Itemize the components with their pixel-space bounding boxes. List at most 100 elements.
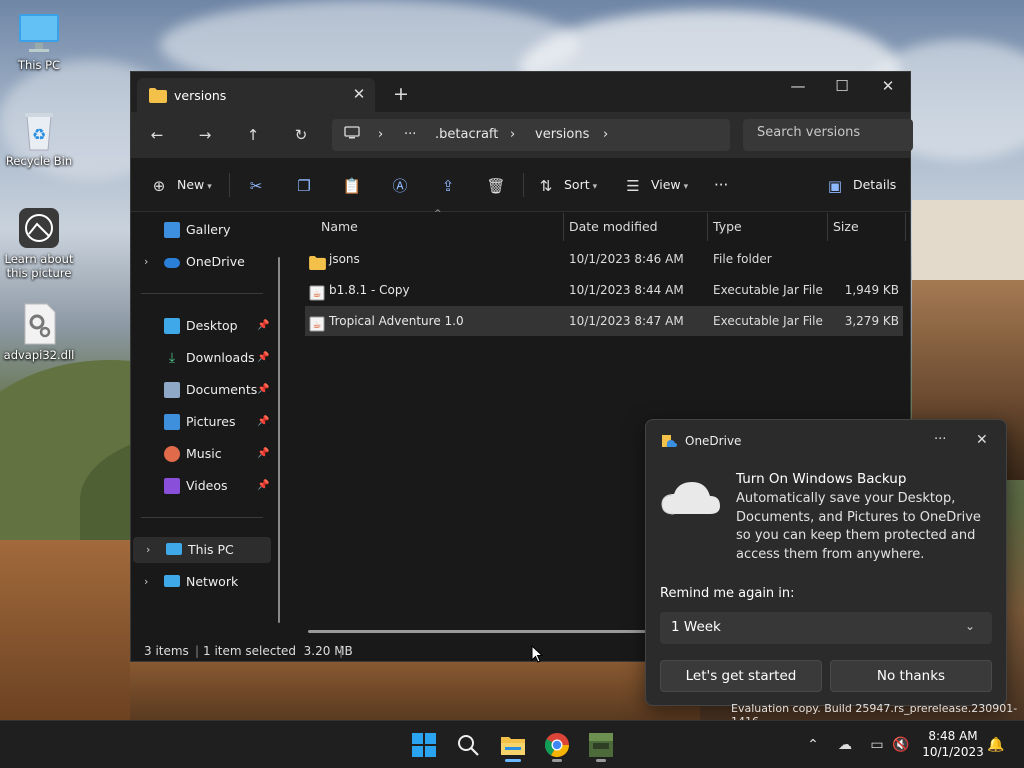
nav-scrollbar[interactable] (278, 257, 280, 623)
clock-time: 8:48 AM (928, 729, 978, 743)
search-box[interactable] (743, 119, 913, 151)
item-count: 3 items (144, 644, 189, 658)
java-jar-icon: ☕ (309, 282, 325, 301)
notification-bell-icon[interactable]: 🔔 (986, 735, 1006, 755)
taskbar-minecraft-launcher[interactable] (585, 729, 617, 762)
rename-button[interactable]: Ⓐ (390, 173, 410, 197)
nav-item-onedrive[interactable]: › OneDrive (131, 249, 269, 275)
breadcrumb-item[interactable]: .betacraft (435, 127, 498, 142)
remind-label: Remind me again in: (660, 586, 795, 601)
nav-item-gallery[interactable]: Gallery (131, 217, 269, 243)
pin-icon[interactable]: 📌 (257, 345, 269, 371)
remind-interval-select[interactable]: 1 Week ⌄ (660, 612, 992, 644)
nav-label: Gallery (186, 222, 231, 237)
details-button[interactable]: ▣ Details (825, 173, 896, 197)
nav-item-documents[interactable]: Documents 📌 (131, 377, 269, 403)
nav-label: Desktop (186, 318, 238, 333)
computer-icon (344, 126, 360, 144)
onedrive-backup-popup: OneDrive ··· ✕ Turn On Windows Backup Au… (645, 419, 1007, 706)
copy-button[interactable]: ❐ (294, 173, 314, 197)
expand-chevron-icon[interactable]: › (146, 537, 150, 563)
desktop-icon-recycle-bin[interactable]: ♻ Recycle Bin (1, 108, 77, 168)
taskbar-chrome[interactable] (541, 729, 573, 762)
remind-interval-value: 1 Week (671, 619, 721, 635)
column-header-size[interactable]: Size (833, 213, 859, 241)
breadcrumb-more-button[interactable]: ··· (404, 127, 416, 142)
share-button[interactable]: ⇪ (438, 173, 458, 197)
pin-icon[interactable]: 📌 (257, 377, 269, 403)
desktop-icon-advapi32-dll[interactable]: advapi32.dll (1, 302, 77, 362)
close-popup-button[interactable]: ✕ (976, 432, 988, 448)
popup-app-name: OneDrive (685, 434, 742, 448)
taskbar-file-explorer[interactable] (497, 729, 529, 762)
nav-item-videos[interactable]: Videos 📌 (131, 473, 269, 499)
paste-icon: 📋 (342, 176, 362, 195)
selection-info: 1 item selected 3.20 MB (203, 644, 353, 658)
lets-get-started-button[interactable]: Let's get started (660, 660, 822, 692)
expand-chevron-icon[interactable]: › (144, 569, 148, 595)
file-row[interactable]: jsons 10/1/2023 8:46 AM File folder (305, 244, 903, 274)
paste-button[interactable]: 📋 (342, 173, 362, 197)
nav-item-music[interactable]: Music 📌 (131, 441, 269, 467)
close-window-button[interactable]: ✕ (865, 72, 911, 102)
nav-item-network[interactable]: › Network (131, 569, 269, 595)
close-tab-button[interactable]: ✕ (349, 84, 369, 104)
delete-button[interactable]: 🗑 (486, 173, 506, 197)
maximize-button[interactable]: ☐ (819, 72, 865, 102)
music-icon (164, 446, 180, 462)
nav-label: Pictures (186, 414, 236, 429)
pin-icon[interactable]: 📌 (257, 313, 269, 339)
breadcrumb-item[interactable]: versions (535, 127, 589, 142)
sort-button[interactable]: ⇅ Sort ▾ (536, 173, 597, 197)
nav-item-downloads[interactable]: ⤓ Downloads 📌 (131, 345, 270, 371)
cut-button[interactable]: ✂ (246, 173, 266, 197)
onedrive-cloud-icon (660, 476, 722, 521)
learn-about-picture-icon (17, 206, 61, 250)
taskbar-clock[interactable]: 8:48 AM 10/1/2023 (918, 728, 988, 760)
column-header-name[interactable]: Name (321, 213, 358, 241)
taskbar: ⌃ ☁ ▭ 🔇 8:48 AM 10/1/2023 🔔 (0, 720, 1024, 768)
more-options-button[interactable]: ··· (714, 173, 728, 197)
back-button[interactable]: ← (144, 124, 170, 146)
minimize-button[interactable]: — (775, 72, 821, 102)
document-icon (164, 382, 180, 398)
details-pane-icon: ▣ (827, 176, 843, 195)
forward-button[interactable]: → (192, 124, 218, 146)
column-header-date-modified[interactable]: Date modified (569, 213, 658, 241)
expand-chevron-icon[interactable]: › (144, 249, 148, 275)
pin-icon[interactable]: 📌 (257, 441, 269, 467)
file-row-selected[interactable]: ☕ Tropical Adventure 1.0 10/1/2023 8:47 … (305, 306, 903, 336)
trash-icon: 🗑 (486, 176, 506, 195)
desktop-icon-this-pc[interactable]: This PC (1, 12, 77, 72)
pin-icon[interactable]: 📌 (257, 409, 269, 435)
tab-versions[interactable]: versions ✕ (137, 78, 375, 112)
file-type: File folder (713, 252, 772, 266)
network-tray-icon[interactable]: ▭ (867, 735, 887, 755)
nav-item-pictures[interactable]: Pictures 📌 (131, 409, 269, 435)
horizontal-scrollbar[interactable] (308, 630, 648, 633)
volume-muted-tray-icon[interactable]: 🔇 (891, 735, 911, 755)
more-options-button[interactable]: ··· (934, 432, 946, 447)
start-button[interactable] (408, 729, 440, 761)
sort-indicator-icon: ^ (434, 209, 442, 219)
search-input[interactable] (757, 125, 907, 140)
no-thanks-button[interactable]: No thanks (830, 660, 992, 692)
new-button[interactable]: ⊕ New ▾ (149, 173, 212, 197)
monitor-icon (166, 543, 182, 555)
desktop-icon-label: Learn about this picture (4, 252, 74, 280)
new-tab-button[interactable]: + (389, 82, 413, 106)
nav-item-desktop[interactable]: Desktop 📌 (131, 313, 269, 339)
address-bar[interactable]: › ··· .betacraft › versions › (332, 119, 730, 151)
view-button[interactable]: ☰ View ▾ (623, 173, 688, 197)
onedrive-tray-icon[interactable]: ☁ (835, 735, 855, 755)
refresh-button[interactable]: ↻ (288, 124, 314, 146)
show-hidden-icons-button[interactable]: ⌃ (803, 735, 823, 755)
nav-item-this-pc[interactable]: › This PC (133, 537, 271, 563)
column-header-type[interactable]: Type (713, 213, 742, 241)
search-button[interactable] (452, 729, 484, 761)
pin-icon[interactable]: 📌 (257, 473, 269, 499)
file-row[interactable]: ☕ b1.8.1 - Copy 10/1/2023 8:44 AM Execut… (305, 275, 903, 305)
up-button[interactable]: ↑ (240, 124, 266, 146)
nav-label: Network (186, 574, 239, 589)
desktop-icon-learn-about-picture[interactable]: Learn about this picture (1, 206, 77, 280)
